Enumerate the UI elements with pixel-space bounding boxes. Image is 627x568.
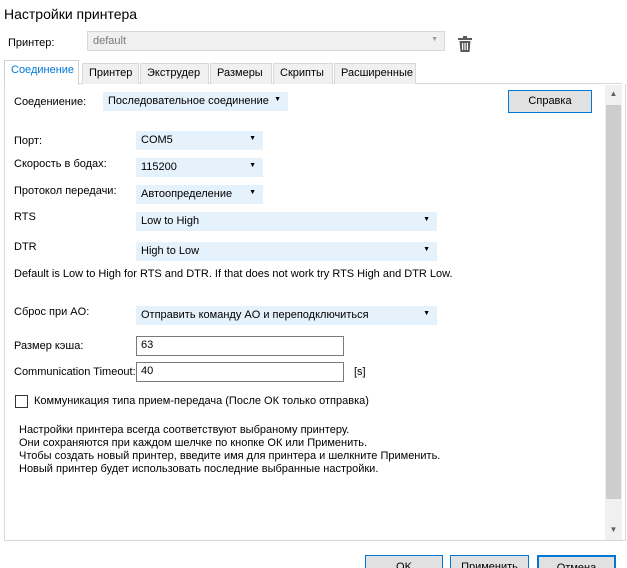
tab-bar: Соединение Принтер Экструдер Размеры Скр… (4, 60, 622, 85)
chevron-down-icon: ▼ (249, 162, 256, 169)
dtr-label: DTR (14, 241, 37, 253)
dtr-select-value: High to Low (141, 245, 200, 257)
rts-select-value: Low to High (141, 215, 200, 227)
protocol-label: Протокол передачи: (14, 185, 117, 197)
scrollbar-thumb[interactable] (606, 105, 621, 499)
chevron-down-icon: ▼ (423, 216, 430, 223)
chevron-down-icon: ▼ (274, 96, 281, 103)
info-text: Настройки принтера всегда соответствуют … (19, 424, 440, 476)
baud-select-value: 115200 (141, 161, 177, 173)
info-line: Чтобы создать новый принтер, введите имя… (19, 450, 441, 462)
protocol-select[interactable]: Автоопределение ▼ (136, 185, 263, 204)
delete-printer-button[interactable] (458, 36, 472, 55)
scroll-down-icon[interactable]: ▼ (605, 525, 622, 534)
rts-label: RTS (14, 211, 36, 223)
tab-dimensions[interactable]: Размеры (210, 63, 272, 84)
cache-label: Размер кэша: (14, 340, 84, 352)
tab-advanced[interactable]: Расширенные (334, 63, 416, 84)
connection-select-value: Последовательное соединение (108, 95, 269, 107)
info-line: Новый принтер будет использовать последн… (19, 463, 379, 475)
reset-select[interactable]: Отправить команду AO и переподключиться … (136, 306, 437, 325)
info-line: Они сохраняются при каждом шелчке по кно… (19, 437, 368, 449)
port-select[interactable]: COM5 ▼ (136, 131, 263, 150)
baud-label: Скорость в бодах: (14, 158, 107, 170)
connection-label: Соедениение: (14, 96, 87, 108)
pingpong-checkbox[interactable] (15, 395, 28, 408)
chevron-down-icon: ▼ (431, 36, 438, 43)
chevron-down-icon: ▼ (423, 246, 430, 253)
tab-scripts[interactable]: Скрипты (273, 63, 333, 84)
dtr-select[interactable]: High to Low ▼ (136, 242, 437, 261)
pingpong-label: Коммуникация типа прием-передача (После … (34, 395, 369, 407)
ok-button[interactable]: OK (365, 555, 443, 568)
connection-select[interactable]: Последовательное соединение ▼ (103, 92, 288, 111)
printer-select-value: default (93, 35, 127, 47)
vertical-scrollbar[interactable]: ▲ ▼ (605, 85, 622, 540)
printer-select[interactable]: default ▼ (87, 31, 445, 51)
port-select-value: COM5 (141, 134, 173, 146)
reset-label: Сброс при AO: (14, 306, 90, 318)
chevron-down-icon: ▼ (249, 189, 256, 196)
window-title: Настройки принтера (4, 6, 138, 22)
chevron-down-icon: ▼ (423, 310, 430, 317)
cache-input[interactable]: 63 (136, 336, 344, 356)
scroll-up-icon[interactable]: ▲ (605, 89, 622, 98)
tab-printer[interactable]: Принтер (82, 63, 139, 84)
reset-select-value: Отправить команду AO и переподключиться (141, 309, 369, 321)
timeout-input[interactable]: 40 (136, 362, 344, 382)
chevron-down-icon: ▼ (249, 135, 256, 142)
tab-extruder[interactable]: Экструдер (140, 63, 209, 84)
trash-icon (458, 36, 472, 52)
port-label: Порт: (14, 135, 42, 147)
info-line: Настройки принтера всегда соответствуют … (19, 424, 350, 436)
tab-connection[interactable]: Соединение (4, 60, 79, 85)
rts-select[interactable]: Low to High ▼ (136, 212, 437, 231)
baud-select[interactable]: 115200 ▼ (136, 158, 263, 177)
protocol-select-value: Автоопределение (141, 188, 233, 200)
timeout-unit: [s] (354, 366, 366, 378)
cancel-button[interactable]: Отмена (537, 555, 616, 568)
help-button[interactable]: Справка (508, 90, 592, 113)
printer-label: Принтер: (8, 37, 55, 49)
apply-button[interactable]: Применить (450, 555, 529, 568)
rts-dtr-note: Default is Low to High for RTS and DTR. … (14, 268, 453, 280)
timeout-label: Communication Timeout: (14, 366, 136, 378)
